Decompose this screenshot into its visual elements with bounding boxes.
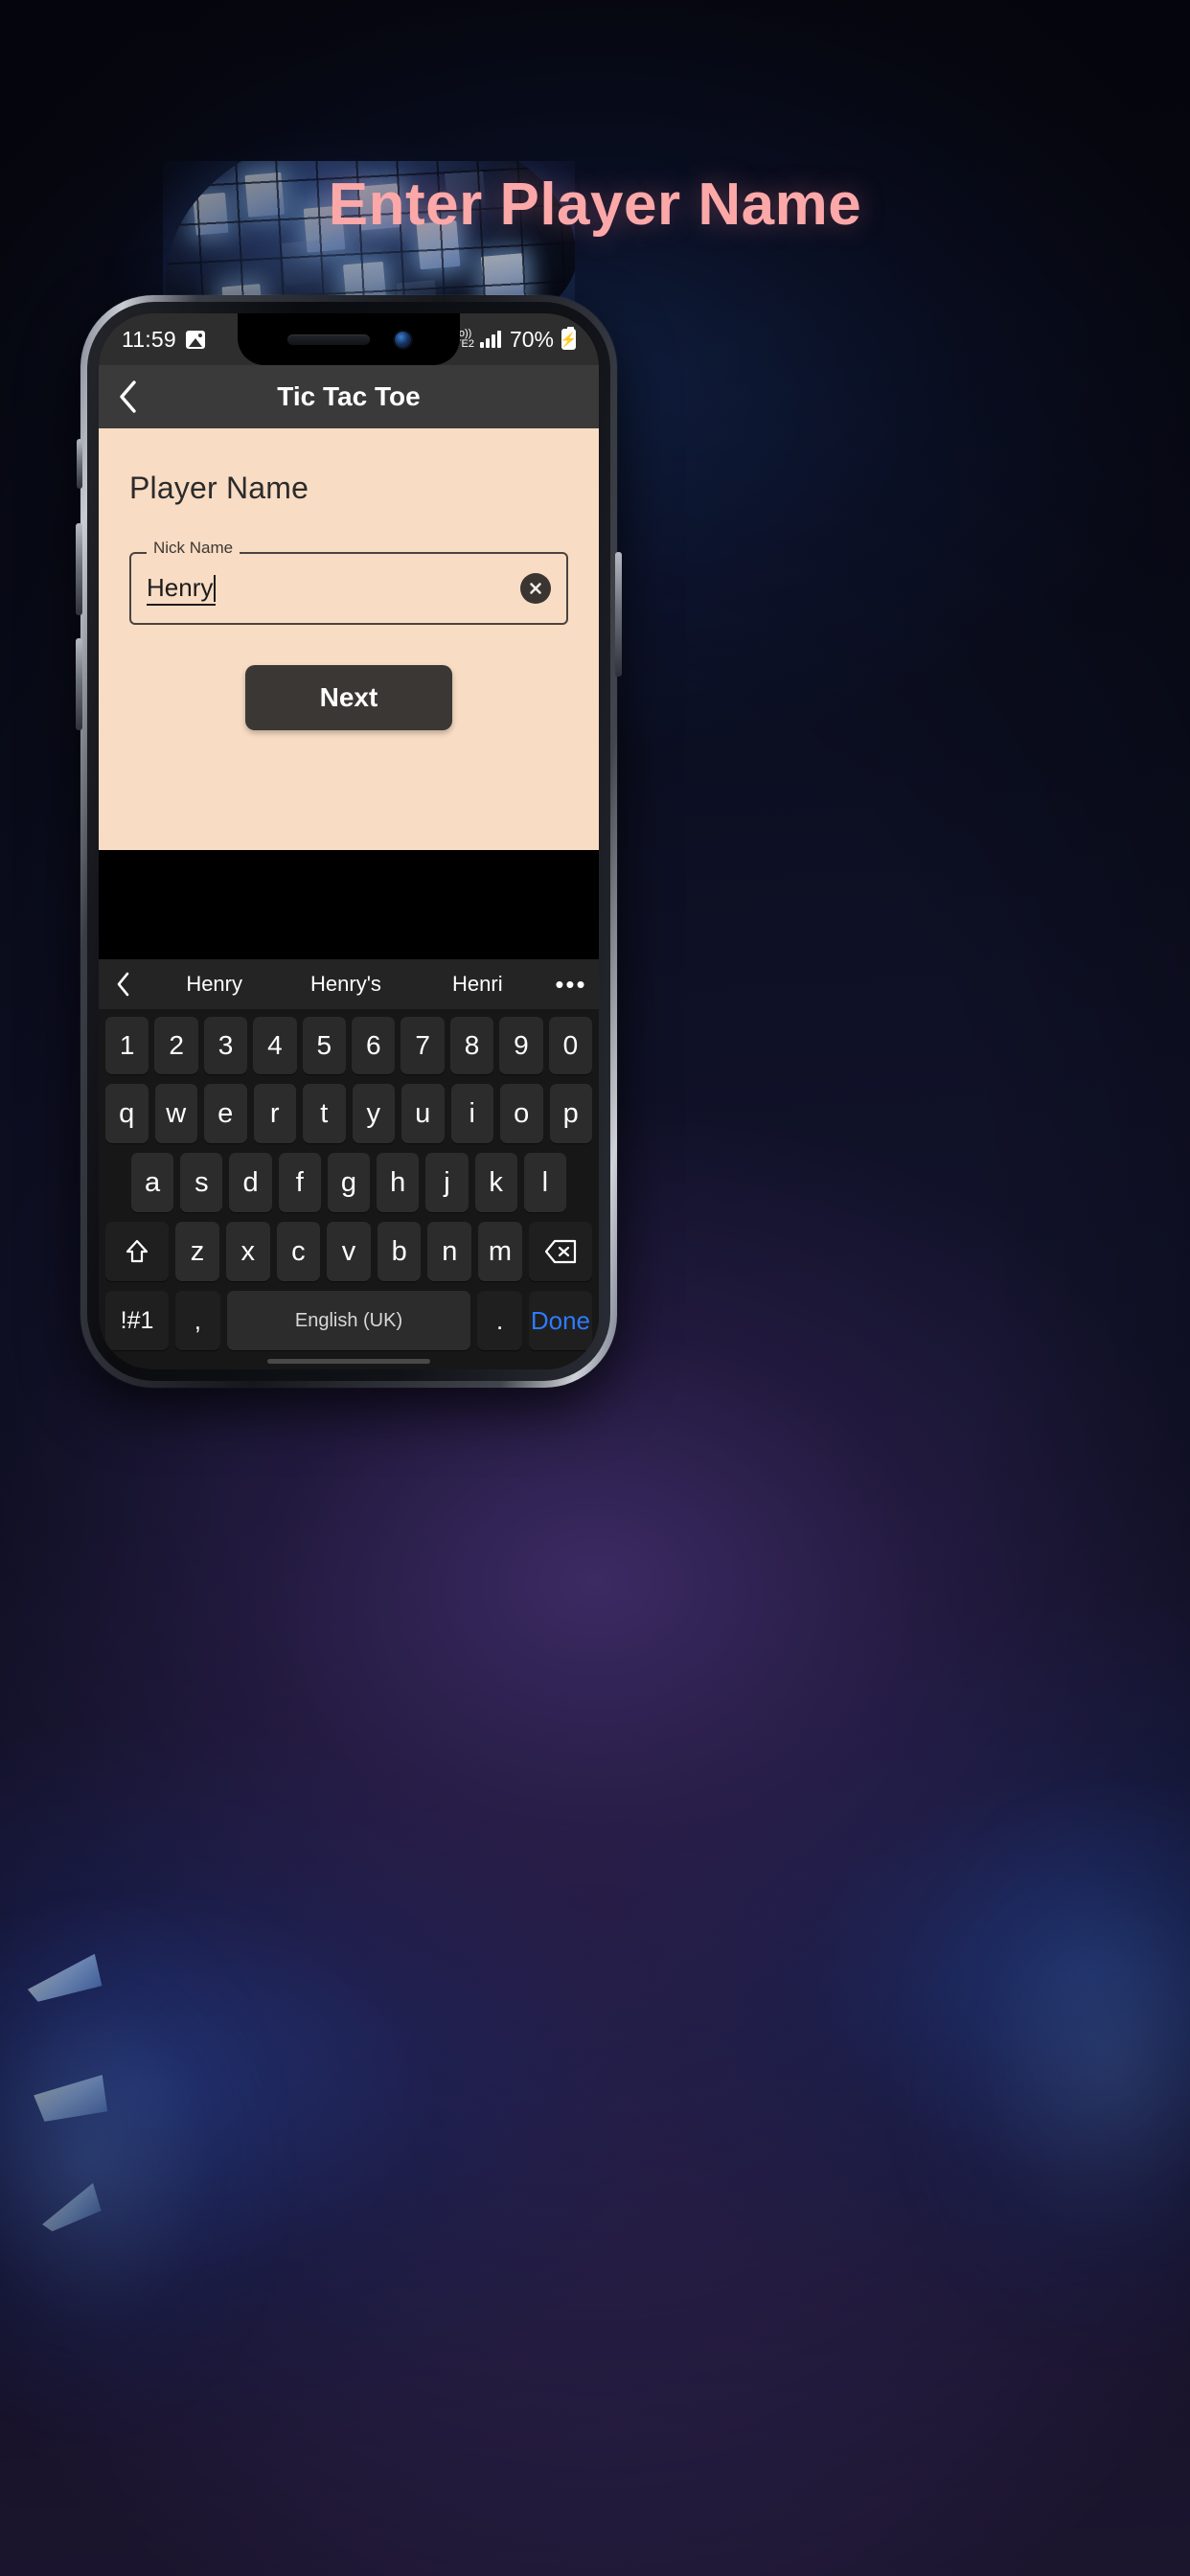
suggestion-item[interactable]: Henri — [412, 972, 543, 997]
key-g[interactable]: g — [327, 1153, 371, 1212]
virtual-keyboard: Henry Henry's Henri ••• 1 2 3 4 5 6 7 8 … — [99, 959, 599, 1369]
keyboard-rows: 1 2 3 4 5 6 7 8 9 0 q w e r t y u i o p … — [99, 1009, 599, 1350]
key-8[interactable]: 8 — [449, 1017, 494, 1074]
key-q[interactable]: q — [105, 1084, 149, 1143]
home-indicator[interactable] — [267, 1359, 430, 1364]
key-d[interactable]: d — [229, 1153, 272, 1212]
keyboard-row-home: a s d f g h j k l — [103, 1153, 595, 1212]
chevron-left-icon[interactable] — [99, 972, 149, 997]
back-chevron-icon[interactable] — [99, 365, 156, 428]
keyboard-row-numbers: 1 2 3 4 5 6 7 8 9 0 — [103, 1017, 595, 1074]
suggestion-item[interactable]: Henry — [149, 972, 280, 997]
text-caret — [214, 574, 217, 602]
close-circle-icon[interactable] — [520, 573, 551, 604]
battery-charging-icon: ⚡ — [561, 327, 577, 350]
key-4[interactable]: 4 — [253, 1017, 297, 1074]
key-p[interactable]: p — [549, 1084, 592, 1143]
key-n[interactable]: n — [427, 1222, 472, 1281]
signal-bars-icon-2 — [479, 331, 501, 348]
symbols-key[interactable]: !#1 — [105, 1291, 170, 1350]
shift-arrow-icon[interactable] — [105, 1222, 170, 1281]
app-bar: Tic Tac Toe — [99, 365, 599, 428]
front-camera-icon — [394, 331, 411, 348]
volume-down-button[interactable] — [76, 638, 82, 730]
key-t[interactable]: t — [303, 1084, 346, 1143]
key-0[interactable]: 0 — [548, 1017, 593, 1074]
key-9[interactable]: 9 — [499, 1017, 543, 1074]
space-key[interactable]: English (UK) — [226, 1291, 471, 1350]
nick-name-value: Henry — [147, 573, 214, 602]
earpiece-speaker — [286, 334, 370, 345]
mute-switch-button[interactable] — [77, 439, 82, 489]
key-5[interactable]: 5 — [302, 1017, 347, 1074]
key-z[interactable]: z — [175, 1222, 219, 1281]
photo-icon — [185, 330, 205, 349]
phone-device: 11:59 Vo)) LTE2 70% ⚡ Tic Tac Toe Player… — [76, 295, 622, 1388]
key-w[interactable]: w — [154, 1084, 197, 1143]
done-key[interactable]: Done — [528, 1291, 592, 1350]
key-e[interactable]: e — [204, 1084, 247, 1143]
suggestion-item[interactable]: Henry's — [280, 972, 411, 997]
key-m[interactable]: m — [478, 1222, 522, 1281]
key-6[interactable]: 6 — [352, 1017, 396, 1074]
status-bar-time: 11:59 — [122, 326, 176, 352]
keyboard-row-space: !#1 , English (UK) . Done — [103, 1291, 595, 1350]
key-a[interactable]: a — [131, 1153, 174, 1212]
key-x[interactable]: x — [225, 1222, 270, 1281]
key-b[interactable]: b — [377, 1222, 422, 1281]
key-o[interactable]: o — [500, 1084, 543, 1143]
backspace-icon[interactable] — [528, 1222, 592, 1281]
main-content: Player Name Nick Name Henry Next — [99, 428, 599, 850]
key-u[interactable]: u — [401, 1084, 445, 1143]
key-y[interactable]: y — [352, 1084, 395, 1143]
power-button[interactable] — [615, 552, 622, 677]
app-bar-title: Tic Tac Toe — [277, 381, 421, 411]
overflow-menu-icon[interactable]: ••• — [543, 970, 599, 1000]
page-title: Enter Player Name — [328, 172, 862, 238]
key-c[interactable]: c — [276, 1222, 321, 1281]
keyboard-row-top: q w e r t y u i o p — [103, 1084, 595, 1143]
key-i[interactable]: i — [450, 1084, 493, 1143]
key-j[interactable]: j — [425, 1153, 469, 1212]
notch — [238, 313, 460, 365]
next-button[interactable]: Next — [245, 665, 452, 730]
key-k[interactable]: k — [474, 1153, 517, 1212]
period-key[interactable]: . — [477, 1291, 522, 1350]
keyboard-row-bottom: z x c v b n m — [103, 1222, 595, 1281]
key-7[interactable]: 7 — [400, 1017, 445, 1074]
page-section-title: Player Name — [129, 471, 309, 505]
nick-name-field[interactable]: Nick Name Henry — [129, 540, 568, 625]
key-l[interactable]: l — [523, 1153, 566, 1212]
comma-key[interactable]: , — [175, 1291, 220, 1350]
key-r[interactable]: r — [253, 1084, 296, 1143]
key-3[interactable]: 3 — [203, 1017, 248, 1074]
key-1[interactable]: 1 — [105, 1017, 149, 1074]
volume-up-button[interactable] — [76, 523, 82, 615]
key-s[interactable]: s — [180, 1153, 223, 1212]
device-screen: 11:59 Vo)) LTE2 70% ⚡ Tic Tac Toe Player… — [99, 313, 599, 1369]
suggestion-bar: Henry Henry's Henri ••• — [99, 959, 599, 1009]
key-f[interactable]: f — [278, 1153, 321, 1212]
key-2[interactable]: 2 — [154, 1017, 198, 1074]
key-v[interactable]: v — [327, 1222, 371, 1281]
nick-name-label: Nick Name — [147, 540, 240, 556]
battery-percent-label: 70% — [509, 326, 554, 352]
nick-name-input[interactable]: Henry — [147, 573, 217, 606]
key-h[interactable]: h — [377, 1153, 420, 1212]
